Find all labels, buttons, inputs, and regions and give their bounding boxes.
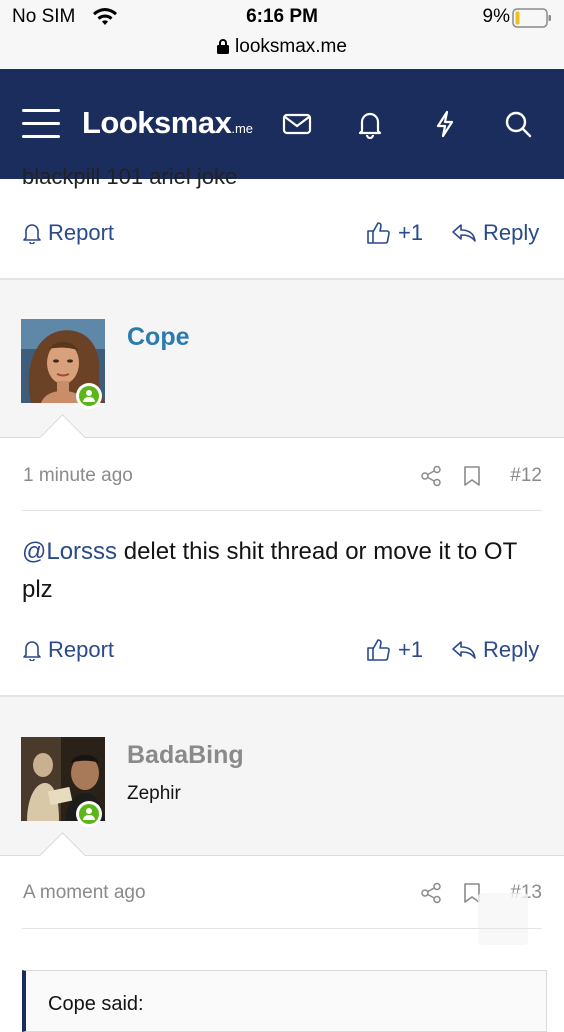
- bookmark-icon[interactable]: [462, 465, 482, 492]
- bolt-icon[interactable]: [430, 109, 460, 139]
- user-title: Zephir: [127, 783, 181, 804]
- battery-icon: [512, 8, 552, 33]
- logo-suffix: .me: [231, 121, 254, 136]
- like-count: +1: [398, 637, 424, 662]
- post-number[interactable]: #12: [510, 465, 542, 487]
- like-button[interactable]: +1: [366, 637, 423, 663]
- address-bar[interactable]: looksmax.me: [0, 36, 564, 60]
- reply-button[interactable]: Reply: [451, 220, 539, 246]
- mail-icon[interactable]: [282, 109, 312, 139]
- clock: 6:16 PM: [246, 6, 318, 27]
- previous-post-actions: Report +1 Reply: [0, 214, 564, 254]
- report-label: Report: [48, 637, 115, 662]
- reply-button[interactable]: Reply: [451, 637, 539, 663]
- post-user-block: BadaBing Zephir: [0, 715, 564, 879]
- post-time[interactable]: 1 minute ago: [23, 465, 133, 487]
- previous-post-text: blackpill 101 ariel joke: [22, 164, 238, 189]
- scroll-indicator: [478, 893, 528, 945]
- bell-icon[interactable]: [355, 109, 385, 140]
- post-separator: [0, 279, 564, 298]
- lock-icon: [217, 38, 230, 60]
- post-time[interactable]: A moment ago: [23, 882, 146, 904]
- notch: [39, 414, 86, 461]
- bell-icon: [23, 641, 41, 661]
- like-button[interactable]: +1: [366, 220, 423, 246]
- post-user-block: Cope: [0, 297, 564, 461]
- site-logo[interactable]: Looksmax.me: [82, 105, 253, 141]
- site-header: Looksmax.me: [0, 69, 564, 179]
- url-text: looksmax.me: [235, 36, 347, 57]
- like-count: +1: [398, 220, 424, 245]
- quote-author[interactable]: Cope said:: [48, 993, 144, 1016]
- divider: [22, 928, 542, 929]
- online-status-icon: [76, 801, 102, 827]
- post-actions: Report +1 Reply: [0, 631, 564, 671]
- reply-icon: [452, 641, 476, 659]
- user-mention-link[interactable]: @Lorsss: [22, 538, 117, 565]
- report-label: Report: [48, 220, 115, 245]
- quote-block: Cope said:: [22, 970, 547, 1032]
- search-icon[interactable]: [503, 109, 533, 139]
- reply-icon: [452, 224, 476, 242]
- post-message: @Lorsss delet this shit thread or move i…: [22, 533, 542, 609]
- divider: [22, 510, 542, 511]
- post-meta: 1 minute ago #12: [0, 455, 564, 495]
- share-icon[interactable]: [420, 882, 442, 909]
- thumbs-up-icon: [367, 222, 390, 244]
- reply-label: Reply: [483, 637, 540, 662]
- menu-icon[interactable]: [22, 109, 60, 139]
- reply-label: Reply: [483, 220, 540, 245]
- status-bar: No SIM 6:16 PM 9% looksmax.me: [0, 0, 564, 69]
- logo-text: Looksmax: [82, 105, 232, 140]
- online-status-icon: [76, 383, 102, 409]
- username[interactable]: Cope: [127, 323, 190, 352]
- username[interactable]: BadaBing: [127, 741, 244, 770]
- post-separator: [0, 696, 564, 716]
- share-icon[interactable]: [420, 465, 442, 492]
- report-button[interactable]: Report: [22, 637, 114, 663]
- report-button[interactable]: Report: [22, 220, 114, 246]
- thumbs-up-icon: [367, 639, 390, 661]
- battery-percent: 9%: [482, 6, 510, 27]
- bell-icon: [23, 224, 41, 244]
